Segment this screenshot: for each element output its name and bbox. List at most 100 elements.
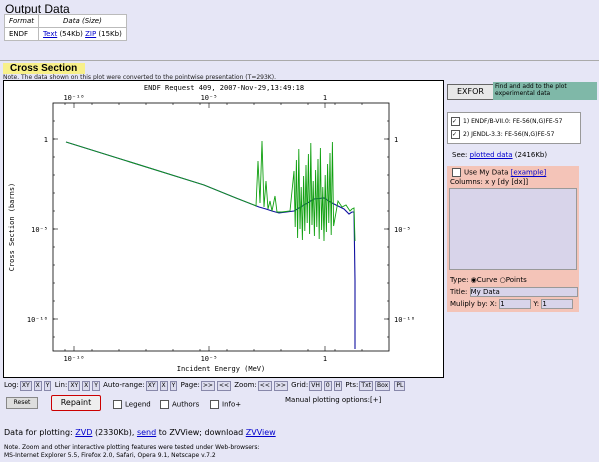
manual-options-link[interactable]: Manual plotting options:[+] <box>285 396 381 404</box>
reset-button[interactable]: Reset <box>6 397 38 409</box>
zoom-in-button[interactable]: >> <box>273 381 288 391</box>
grid-vh-button[interactable]: VH <box>309 381 322 391</box>
see-plotted-data: See: plotted data (2416Kb) <box>452 151 547 159</box>
use-my-data-label: Use My Data <box>464 168 509 177</box>
legend-checkbox[interactable] <box>113 400 122 409</box>
legend-label: JENDL-3.3: FE-56(N,G)FE-57 <box>471 131 555 138</box>
x-multiplier-input[interactable]: 1 <box>499 299 532 309</box>
title-input[interactable]: My Data <box>469 287 578 297</box>
x-label: X: <box>489 300 497 308</box>
col-header-data: Data (Size) <box>38 14 127 28</box>
log-xy-button[interactable]: XY <box>19 381 32 391</box>
pts-txt-button[interactable]: Txt <box>359 381 373 391</box>
lin-x-button[interactable]: X <box>82 381 91 391</box>
pts-box-button[interactable]: Box <box>374 381 391 391</box>
repaint-button[interactable]: Repaint <box>51 395 101 411</box>
format-cell: ENDF <box>3 27 40 41</box>
grid-0-button[interactable]: 0 <box>323 381 332 391</box>
info-checkbox[interactable] <box>210 400 219 409</box>
browser-note-1: Note. Zoom and other interactive plottin… <box>4 444 260 451</box>
multiply-label: Muliply by: <box>450 300 488 308</box>
text-size: (54Kb) <box>59 30 83 38</box>
use-my-data-option[interactable]: Use My Data [example] <box>452 168 546 177</box>
x-multiplier-value: 1 <box>500 300 505 308</box>
zvd-size: (2330Kb), <box>94 428 135 437</box>
my-data-textarea[interactable] <box>449 188 577 270</box>
exfor-button[interactable]: EXFOR <box>447 84 494 100</box>
send-link[interactable]: send <box>137 428 156 437</box>
browser-note-2: MS-Internet Explorer 5.5, Firefox 2.0, S… <box>4 452 216 459</box>
y-tick-label-right: 1 <box>394 136 398 144</box>
type-label: Type: <box>450 276 469 284</box>
zoom-label: Zoom: <box>234 381 257 389</box>
col-header-format: Format <box>3 14 40 28</box>
points-radio-label: Points <box>505 276 527 284</box>
x-tick-label-top: 1 <box>323 94 327 102</box>
pts-label: Pts: <box>345 381 359 389</box>
log-y-button[interactable]: Y <box>43 381 52 391</box>
zvd-link[interactable]: ZVD <box>75 428 92 437</box>
log-x-button[interactable]: X <box>33 381 42 391</box>
info-option-label: Info+ <box>222 400 242 409</box>
auto-x-button[interactable]: X <box>159 381 168 391</box>
columns-label: Columns: x y [dy [dx]] <box>450 178 529 186</box>
page-prev-button[interactable]: << <box>216 381 232 391</box>
page-label: Page: <box>180 381 200 389</box>
y-tick-label: 1 <box>44 136 48 144</box>
data-prefix: Data for plotting: <box>4 428 73 437</box>
output-table: Format Data (Size) ENDF Text (54Kb) ZIP … <box>3 14 127 41</box>
plotted-data-link[interactable]: plotted data <box>470 151 513 159</box>
y-multiplier-value: 1 <box>542 300 547 308</box>
y-tick-label-right: 10⁻¹⁰ <box>394 316 415 324</box>
zvview-link[interactable]: ZVView <box>246 428 276 437</box>
x-tick-label: 1 <box>323 355 327 363</box>
zip-link[interactable]: ZIP <box>85 30 96 38</box>
zip-size: (15Kb) <box>98 30 122 38</box>
lin-xy-button[interactable]: XY <box>68 381 81 391</box>
auto-xy-button[interactable]: XY <box>145 381 158 391</box>
curve1-checkbox[interactable]: ✓ <box>451 117 460 126</box>
info-option[interactable]: Info+ <box>210 400 241 409</box>
legend-label: ENDF/B-VII.0: FE-56(N,G)FE-57 <box>471 118 563 125</box>
legend-option[interactable]: Legend <box>113 400 151 409</box>
lin-y-button[interactable]: Y <box>92 381 100 391</box>
divider <box>0 60 599 61</box>
y-tick-label: 10⁻⁵ <box>31 226 48 234</box>
curve2-checkbox[interactable]: ✓ <box>451 130 460 139</box>
grid-label: Grid: <box>291 381 309 389</box>
see-prefix: See: <box>452 151 468 159</box>
legend-item[interactable]: ✓ 1) ENDF/B-VII.0: FE-56(N,G)FE-57 <box>451 117 563 126</box>
plotted-data-size: (2416Kb) <box>514 151 548 159</box>
title-input-value: My Data <box>470 288 500 296</box>
curve-legend: ✓ 1) ENDF/B-VII.0: FE-56(N,G)FE-57 ✓ 2) JE… <box>447 112 581 144</box>
page-next-button[interactable]: >> <box>200 381 215 391</box>
x-axis-label: Incident Energy (MeV) <box>177 365 266 373</box>
authors-option[interactable]: Authors <box>160 400 199 409</box>
auto-y-button[interactable]: Y <box>169 381 178 391</box>
y-tick-label-right: 10⁻⁵ <box>394 226 411 234</box>
use-my-data-checkbox[interactable] <box>452 168 461 177</box>
auto-label: Auto-range: <box>103 381 145 389</box>
send-rest-text: to ZVView; download <box>158 428 244 437</box>
pl-button[interactable]: PL <box>394 381 406 391</box>
x-tick-label: 10⁻¹⁰ <box>63 355 84 363</box>
legend-num: 2) <box>463 131 470 138</box>
title-label: Title: <box>450 288 468 296</box>
x-tick-label-top: 10⁻¹⁰ <box>63 94 84 102</box>
plot-area[interactable]: ENDF Request 409, 2007-Nov-29,13:49:18 1… <box>3 80 444 378</box>
plot-controls: Log: XY X Y Lin: XY X Y Auto-range: XY X Y Page: >… <box>4 381 406 391</box>
y-tick-label: 10⁻¹⁰ <box>27 316 48 324</box>
example-link[interactable]: [example] <box>511 169 547 177</box>
chart-title: ENDF Request 409, 2007-Nov-29,13:49:18 <box>144 84 304 92</box>
y-multiplier-input[interactable]: 1 <box>541 299 574 309</box>
legend-item[interactable]: ✓ 2) JENDL-3.3: FE-56(N,G)FE-57 <box>451 130 554 139</box>
zoom-out-button[interactable]: << <box>257 381 272 391</box>
x-tick-label: 10⁻⁵ <box>201 355 218 363</box>
grid-h-button[interactable]: H <box>333 381 343 391</box>
authors-checkbox[interactable] <box>160 400 169 409</box>
data-cell: Text (54Kb) ZIP (15Kb) <box>38 27 127 41</box>
text-link[interactable]: Text <box>43 30 57 38</box>
authors-option-label: Authors <box>172 400 200 409</box>
y-axis-label: Cross Section (barns) <box>8 183 16 272</box>
section-title: Cross Section <box>3 63 86 74</box>
